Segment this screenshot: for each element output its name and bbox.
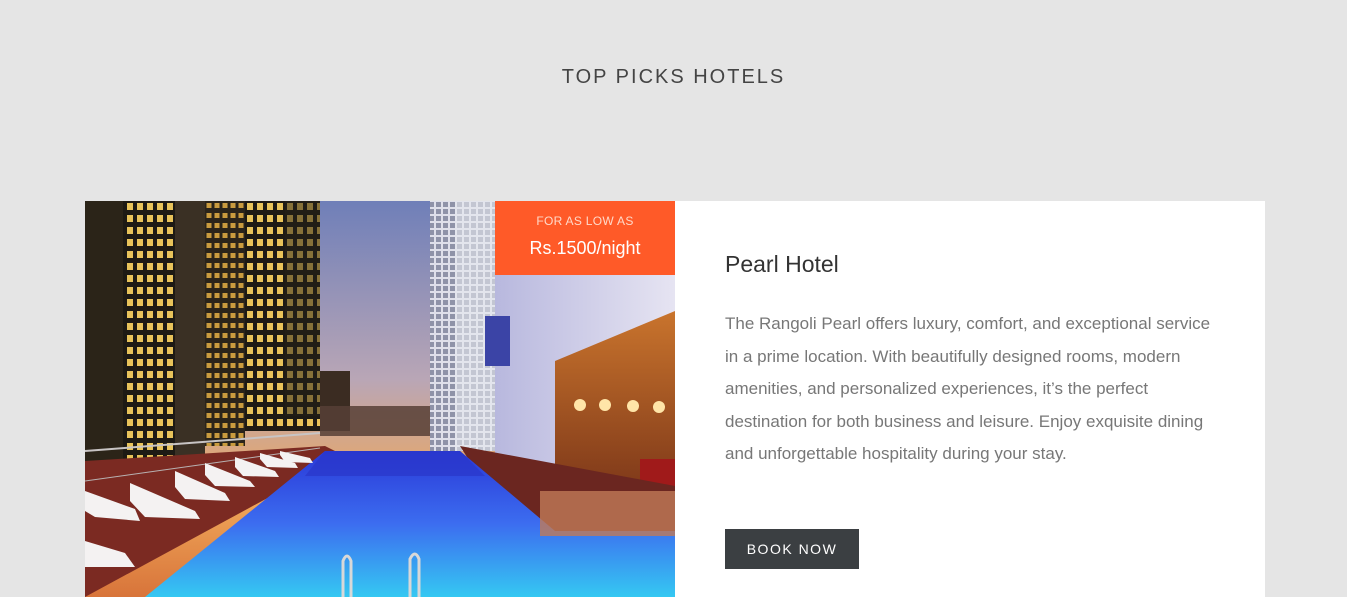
hotel-name: Pearl Hotel <box>725 251 839 277</box>
hotel-description: The Rangoli Pearl offers luxury, comfort… <box>725 314 1211 463</box>
price-value: Rs.1500/night <box>529 238 641 258</box>
hotel-card: FOR AS LOW AS Rs.1500/night Pearl Hotel … <box>85 201 1265 597</box>
price-caption: FOR AS LOW AS <box>536 214 634 228</box>
book-now-button[interactable]: BOOK NOW <box>725 529 859 569</box>
price-badge: FOR AS LOW AS Rs.1500/night <box>495 201 675 275</box>
section-title: TOP PICKS HOTELS <box>561 66 786 88</box>
hotel-photo: FOR AS LOW AS Rs.1500/night <box>85 201 675 597</box>
hotel-info: Pearl Hotel The Rangoli Pearl offers lux… <box>725 201 1225 597</box>
